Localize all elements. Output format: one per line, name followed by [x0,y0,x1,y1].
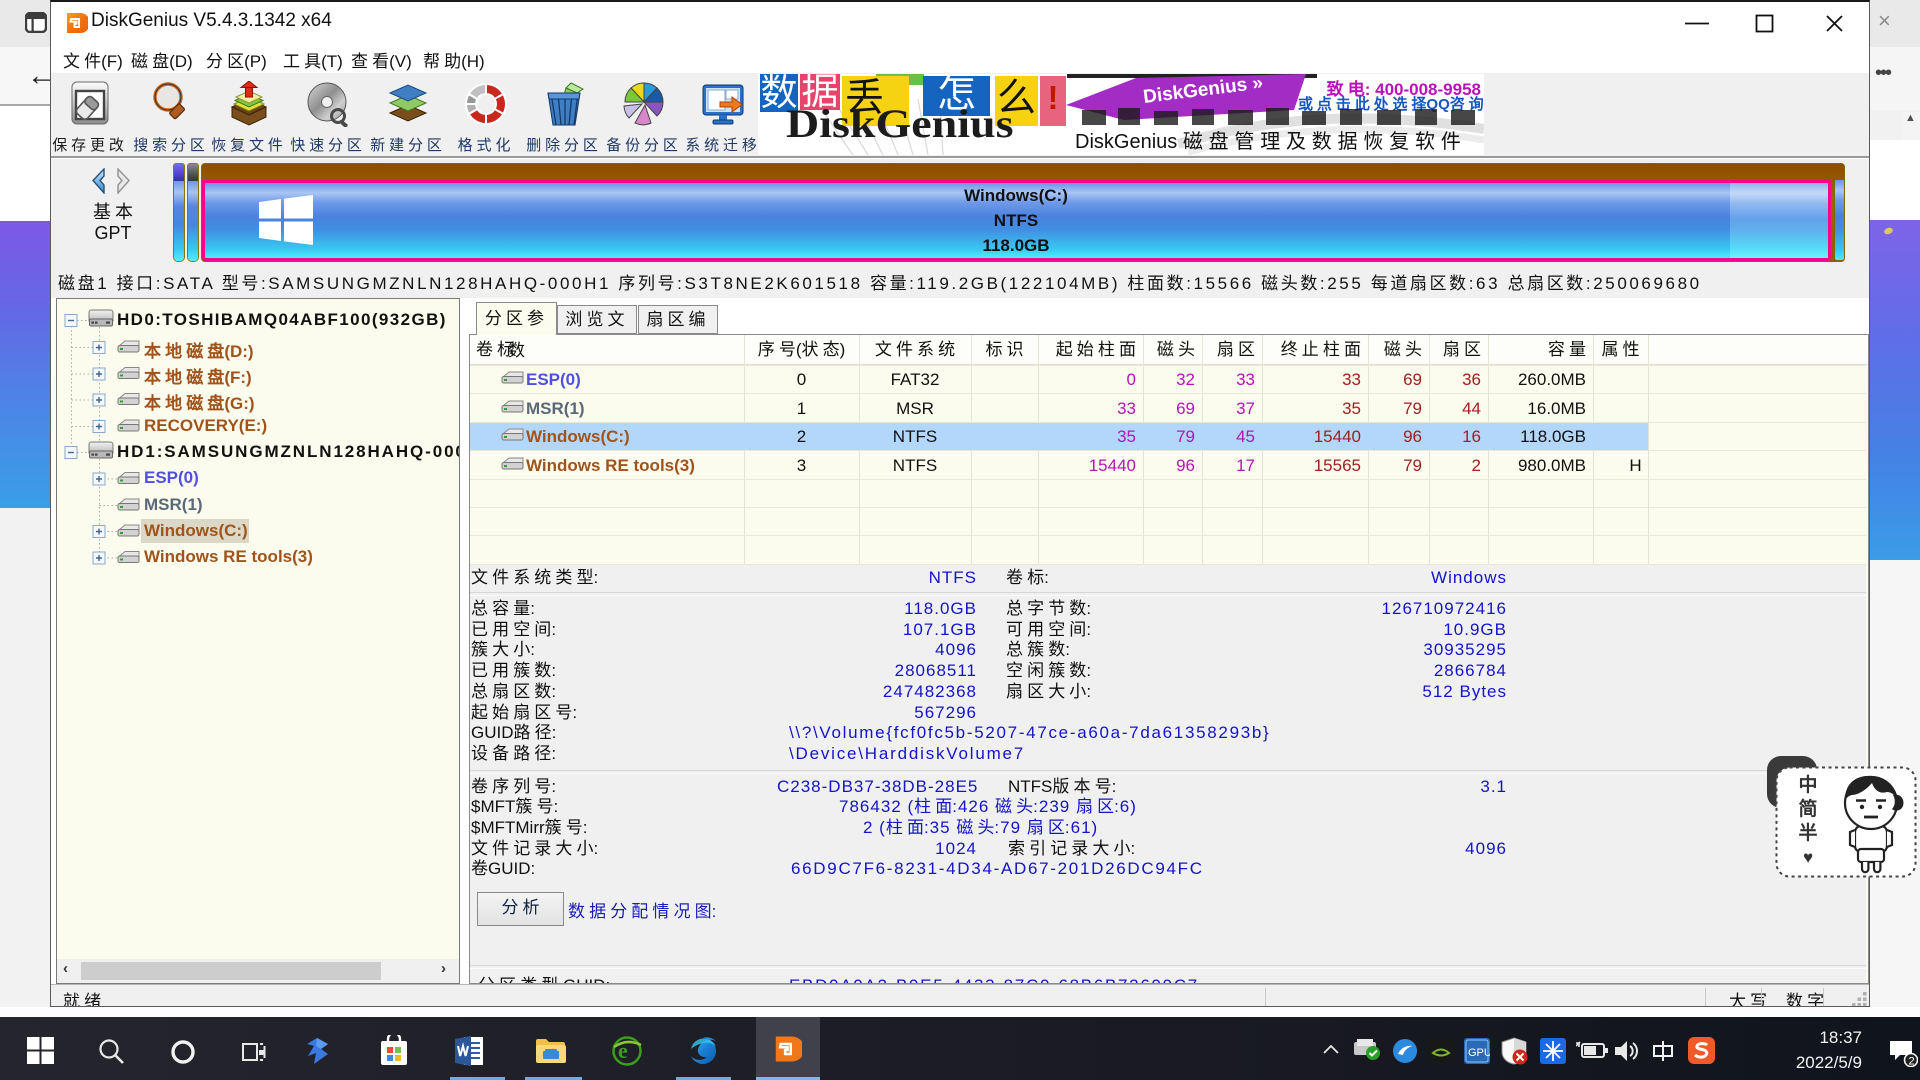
svg-text:GPU: GPU [1468,1047,1490,1059]
svg-text:2: 2 [1909,1056,1915,1068]
